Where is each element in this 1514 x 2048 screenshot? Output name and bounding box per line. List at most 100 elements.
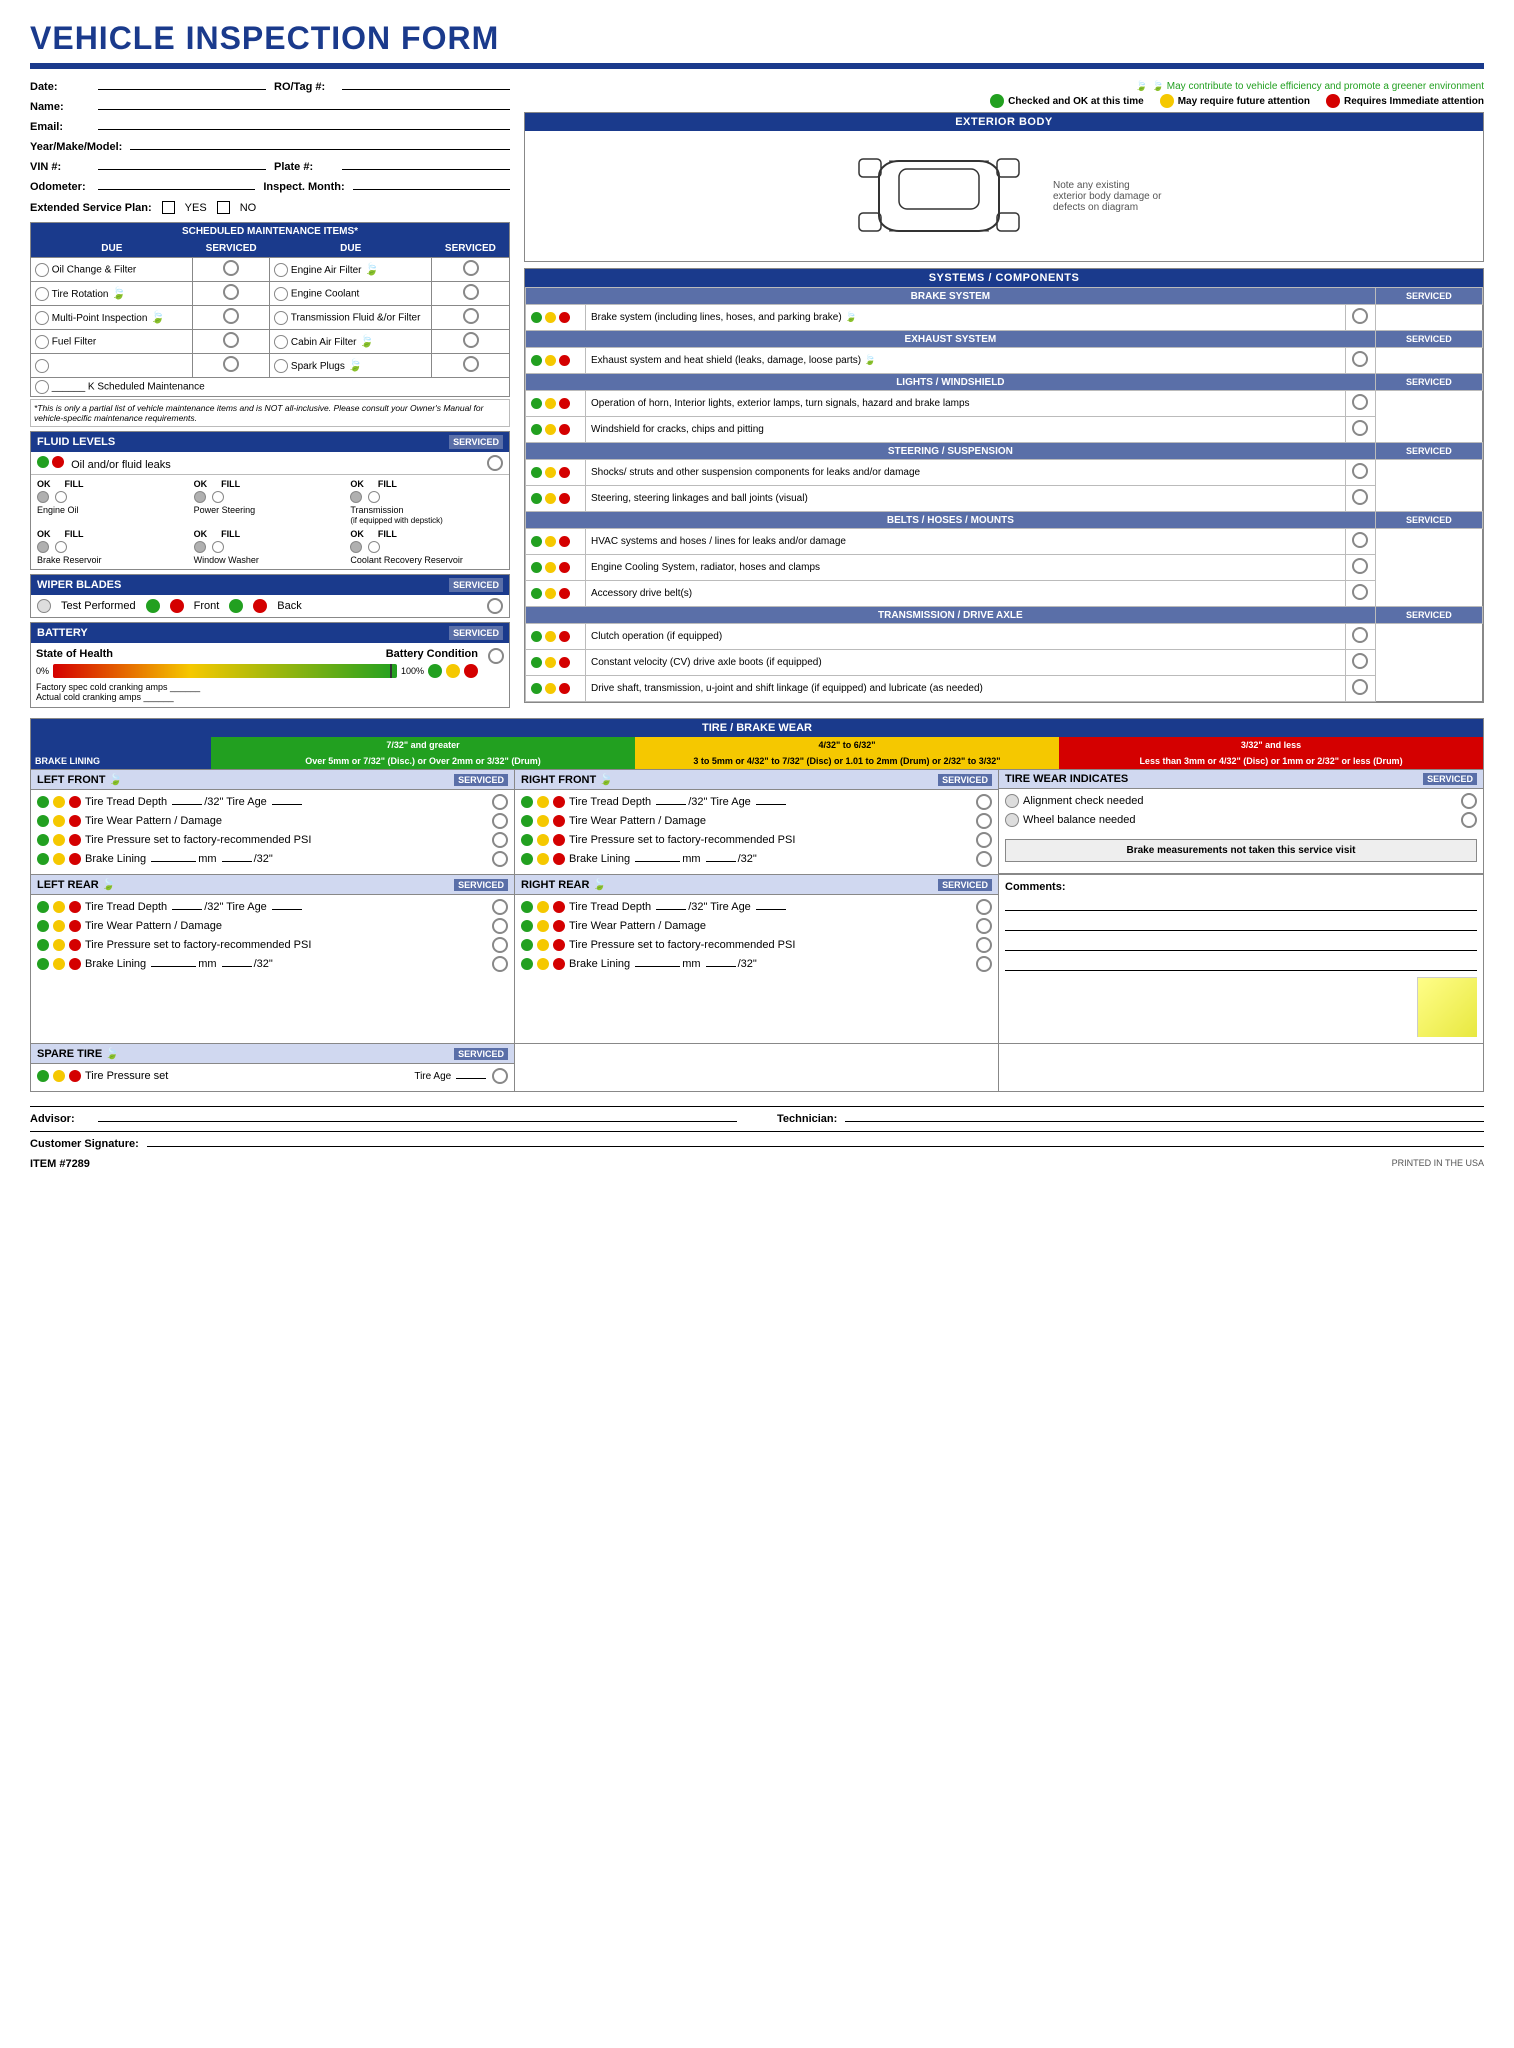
- serv-lf-3[interactable]: [492, 832, 508, 848]
- serv-lr-1[interactable]: [492, 899, 508, 915]
- vin-input[interactable]: [98, 169, 266, 170]
- ok-fill-grid: OKFILL Engine Oil OKFILL Power Steering: [31, 475, 509, 569]
- spare-right-filler: [999, 1044, 1483, 1091]
- serv-balance[interactable]: [1461, 812, 1477, 828]
- serv-oil[interactable]: [223, 260, 239, 276]
- comments-label: Comments:: [1005, 881, 1477, 893]
- serv-fuel[interactable]: [223, 332, 239, 348]
- fluid-engine-oil: OKFILL Engine Oil: [37, 479, 190, 525]
- name-input[interactable]: [98, 109, 510, 110]
- plate-label: Plate #:: [274, 161, 334, 173]
- circle-transfluid: [274, 311, 288, 325]
- circle-blank: [35, 359, 49, 373]
- ro-input[interactable]: [342, 89, 510, 90]
- fluid-transmission: OKFILL Transmission(if equipped with dep…: [350, 479, 503, 525]
- battery-section: BATTERY SERVICED State of Health Battery…: [30, 622, 510, 708]
- email-input[interactable]: [98, 129, 510, 130]
- plate-input[interactable]: [342, 169, 510, 170]
- tire-alignment-row: Alignment check needed: [1005, 793, 1477, 809]
- battery-cond-yellow: [446, 664, 460, 678]
- scheduled-maintenance-table: SCHEDULED MAINTENANCE ITEMS* DUE SERVICE…: [30, 222, 510, 397]
- serv-alignment[interactable]: [1461, 793, 1477, 809]
- battery-condition-label: Battery Condition: [386, 648, 478, 660]
- serv-battery[interactable]: [488, 648, 504, 664]
- fluid-brake-res: OKFILL Brake Reservoir: [37, 529, 190, 565]
- legend-may-require-text: May require future attention: [1178, 96, 1310, 107]
- serv-rr-4[interactable]: [976, 956, 992, 972]
- serv-blank[interactable]: [223, 356, 239, 372]
- car-diagram-svg: [839, 141, 1039, 251]
- serv-wiper[interactable]: [487, 598, 503, 614]
- advisor-technician-row: Advisor: Technician:: [30, 1106, 1484, 1125]
- sched-note: *This is only a partial list of vehicle …: [30, 399, 510, 427]
- serv-lr-3[interactable]: [492, 937, 508, 953]
- fluid-window-washer: OKFILL Window Washer: [194, 529, 347, 565]
- serv-cabinair[interactable]: [463, 332, 479, 348]
- serv-tirerot[interactable]: [223, 284, 239, 300]
- sys-section-header: BRAKE SYSTEMSERVICED: [526, 288, 1483, 305]
- serv-rf-1[interactable]: [976, 794, 992, 810]
- comment-line-4[interactable]: [1005, 957, 1477, 971]
- advisor-input[interactable]: [98, 1121, 737, 1122]
- serv-lr-4[interactable]: [492, 956, 508, 972]
- date-input[interactable]: [98, 89, 266, 90]
- lr-label: LEFT REAR 🍃: [37, 878, 115, 891]
- sys-item-row: HVAC systems and hoses / lines for leaks…: [526, 529, 1483, 555]
- lf-row-3: Tire Pressure set to factory-recommended…: [37, 832, 508, 848]
- fill-circle-br: [55, 541, 67, 553]
- customer-sig-input[interactable]: [147, 1146, 1484, 1147]
- tire-right-front: RIGHT FRONT 🍃 SERVICED Tire Tread Depth …: [515, 770, 999, 874]
- tire-brake-section: TIRE / BRAKE WEAR 7/32" and greater 4/32…: [30, 718, 1484, 1092]
- esp-no-checkbox[interactable]: [217, 201, 230, 214]
- serv-rr-3[interactable]: [976, 937, 992, 953]
- serv-spark[interactable]: [463, 356, 479, 372]
- ok-circle-eo: [37, 491, 49, 503]
- serv-lr-2[interactable]: [492, 918, 508, 934]
- comment-line-2[interactable]: [1005, 917, 1477, 931]
- brake-note: Brake measurements not taken this servic…: [1005, 839, 1477, 862]
- serv-mpi[interactable]: [223, 308, 239, 324]
- comment-line-1[interactable]: [1005, 897, 1477, 911]
- esp-yes-checkbox[interactable]: [162, 201, 175, 214]
- odometer-row: Odometer: Inspect. Month:: [30, 181, 510, 193]
- comment-line-3[interactable]: [1005, 937, 1477, 951]
- serv-fluid-oil[interactable]: [487, 455, 503, 471]
- lf-label: LEFT FRONT 🍃: [37, 773, 122, 786]
- sys-item-row: Shocks/ struts and other suspension comp…: [526, 460, 1483, 486]
- serv-rr-1[interactable]: [976, 899, 992, 915]
- legend-yellow-dot: [1160, 94, 1174, 108]
- brake-green-label: Over 5mm or 7/32" (Disc.) or Over 2mm or…: [211, 753, 635, 769]
- battery-pct-100: 100%: [401, 666, 424, 676]
- fluid-dot-red: [52, 456, 64, 468]
- odometer-input[interactable]: [98, 189, 255, 190]
- serv-lf-2[interactable]: [492, 813, 508, 829]
- technician-input[interactable]: [845, 1121, 1484, 1122]
- wiper-blades-section: WIPER BLADES SERVICED Test Performed Fro…: [30, 574, 510, 618]
- serv-rf-3[interactable]: [976, 832, 992, 848]
- year-input[interactable]: [130, 149, 510, 150]
- serv-rr-2[interactable]: [976, 918, 992, 934]
- advisor-field: Advisor:: [30, 1113, 737, 1125]
- battery-bar: [53, 664, 397, 678]
- serv-lf-4[interactable]: [492, 851, 508, 867]
- sys-item-row: Clutch operation (if equipped): [526, 624, 1483, 650]
- technician-field: Technician:: [777, 1113, 1484, 1125]
- serv-spare[interactable]: [492, 1068, 508, 1084]
- serv-transfluid[interactable]: [463, 308, 479, 324]
- leaf-cabinair: 🍃: [359, 334, 374, 348]
- wiper-header: WIPER BLADES: [37, 579, 121, 591]
- table-row: Tire Rotation 🍃 Engine Coolant: [31, 282, 510, 306]
- inspect-input[interactable]: [353, 189, 510, 190]
- battery-serviced: SERVICED: [449, 626, 503, 640]
- lr-row-3: Tire Pressure set to factory-recommended…: [37, 937, 508, 953]
- battery-cond-red: [464, 664, 478, 678]
- brake-red-label: Less than 3mm or 4/32" (Disc) or 1mm or …: [1059, 753, 1483, 769]
- serv-rf-2[interactable]: [976, 813, 992, 829]
- legend-requires-text: Requires Immediate attention: [1344, 96, 1484, 107]
- serv-lf-1[interactable]: [492, 794, 508, 810]
- serv-rf-4[interactable]: [976, 851, 992, 867]
- serv-airfilter[interactable]: [463, 260, 479, 276]
- email-row: Email:: [30, 121, 510, 133]
- esp-yes-label: YES: [185, 202, 207, 214]
- serv-coolant[interactable]: [463, 284, 479, 300]
